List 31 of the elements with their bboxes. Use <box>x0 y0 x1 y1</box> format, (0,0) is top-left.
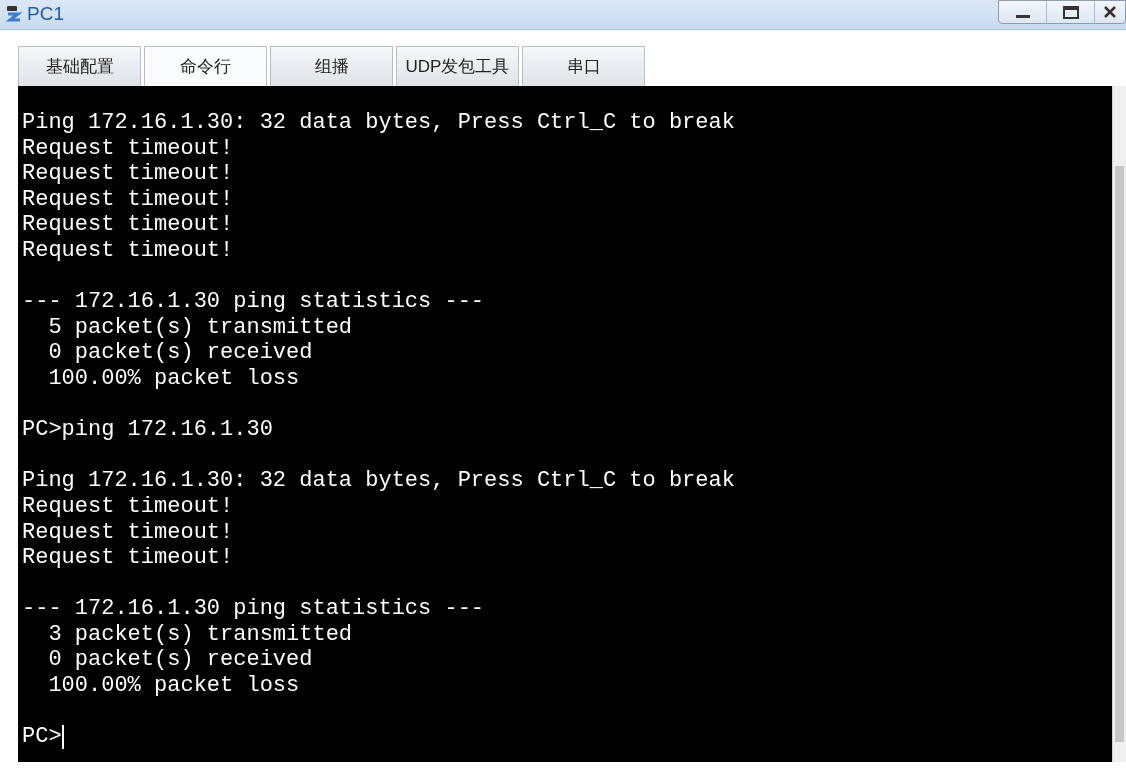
terminal-line: Request timeout! <box>22 212 234 238</box>
terminal-line: 100.00% packet loss <box>47 673 300 699</box>
terminal-line: Request timeout! <box>22 161 234 187</box>
terminal-line: PC>ping 172.16.1.30 <box>22 417 273 443</box>
minimize-icon <box>1015 14 1030 18</box>
scrollbar[interactable] <box>1112 86 1126 762</box>
terminal-line: Request timeout! <box>22 493 234 520</box>
terminal-line: Request timeout! <box>22 519 234 546</box>
terminal-line: --- 172.16.1.30 ping statistics --- <box>22 289 485 315</box>
tab[interactable]: 命令行 <box>144 46 267 86</box>
terminal-line: 5 packet(s) transmitted <box>47 314 353 341</box>
terminal-line: Request timeout! <box>22 186 234 213</box>
terminal-line: 0 packet(s) received <box>47 647 313 674</box>
terminal-line: Ping 172.16.1.30: 32 data bytes, Press Ctrl_C to break <box>22 110 735 136</box>
tab[interactable]: 组播 <box>270 46 393 86</box>
terminal-line: 0 packet(s) received <box>47 340 313 366</box>
tab[interactable]: 串口 <box>522 46 645 86</box>
close-icon <box>1104 6 1116 18</box>
window-title: PC1 <box>27 2 64 27</box>
tab[interactable]: UDP发包工具 <box>396 46 519 86</box>
terminal-line: Request timeout! <box>22 135 234 162</box>
maximize-icon <box>1062 5 1079 19</box>
terminal-line: Ping 172.16.1.30: 32 data bytes, Press Ctrl_C to break <box>22 468 735 494</box>
terminal-line: 100.00% packet loss <box>47 365 300 392</box>
terminal-prompt: PC> <box>22 724 62 750</box>
tab[interactable]: 基础配置 <box>18 46 141 86</box>
terminal[interactable] <box>18 86 1112 762</box>
terminal-line: --- 172.16.1.30 ping statistics --- <box>22 596 485 622</box>
terminal-line: Request timeout! <box>22 237 234 264</box>
terminal-line: Request timeout! <box>22 545 234 571</box>
terminal-line: 3 packet(s) transmitted <box>47 621 353 648</box>
